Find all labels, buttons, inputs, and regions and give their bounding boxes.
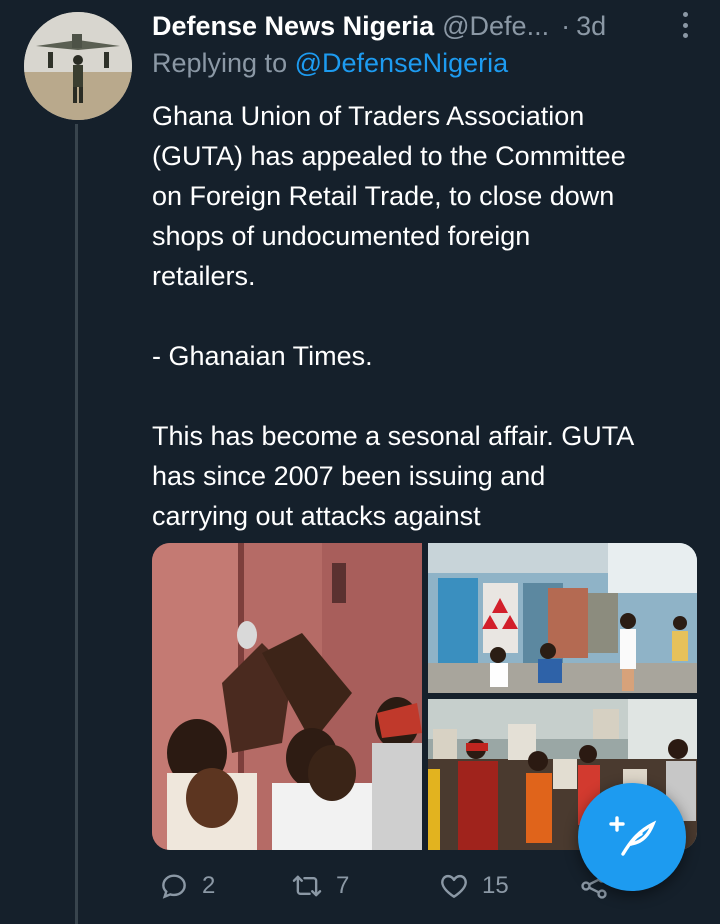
tweet-text-line: shops of undocumented foreign [152,221,531,251]
author-name[interactable]: Defense News Nigeria [152,11,434,42]
separator-dot: · [561,10,571,41]
retweet-icon [290,870,324,902]
replying-to-label: Replying to [152,48,288,78]
compose-tweet-icon [605,808,659,867]
replying-to-handle[interactable]: @DefenseNigeria [295,48,509,78]
avatar-image [24,12,132,120]
like-count: 15 [482,872,509,899]
tweet-text-line: Ghana Union of Traders Association [152,101,585,131]
tweet-text-line: (GUTA) has appealed to the Committee [152,141,626,171]
author-avatar[interactable] [24,12,132,120]
media-photo-closed-shops[interactable] [428,543,697,693]
tweet-time[interactable]: 3d [576,11,606,42]
tweet-text-line: - Ghanaian Times. [152,341,373,371]
heart-icon [438,870,470,902]
tweet-text-line: on Foreign Retail Trade, to close down [152,181,615,211]
tweet-header: Defense News Nigeria @Defe... · 3d [152,6,690,46]
like-button[interactable]: 15 [438,870,509,902]
reply-button[interactable]: 2 [158,870,215,902]
tweet-text-line: has since 2007 been issuing and [152,461,546,491]
tweet-text-line: This has become a sesonal affair. GUTA [152,421,635,451]
reply-count: 2 [202,872,216,899]
author-handle[interactable]: @Defe... [442,11,549,42]
retweet-button[interactable]: 7 [290,870,349,902]
comment-icon [158,870,190,902]
tweet-text-line: retailers. [152,261,256,291]
more-vertical-icon[interactable] [680,12,690,38]
tweet-text: Ghana Union of Traders Association (GUTA… [152,96,697,536]
media-photo-shop-lock[interactable] [152,543,422,850]
thread-line [75,124,78,924]
replying-to: Replying to @DefenseNigeria [152,48,508,79]
compose-tweet-button[interactable] [578,783,686,891]
tweet-text-line: carrying out attacks against [152,501,481,531]
retweet-count: 7 [336,872,350,899]
